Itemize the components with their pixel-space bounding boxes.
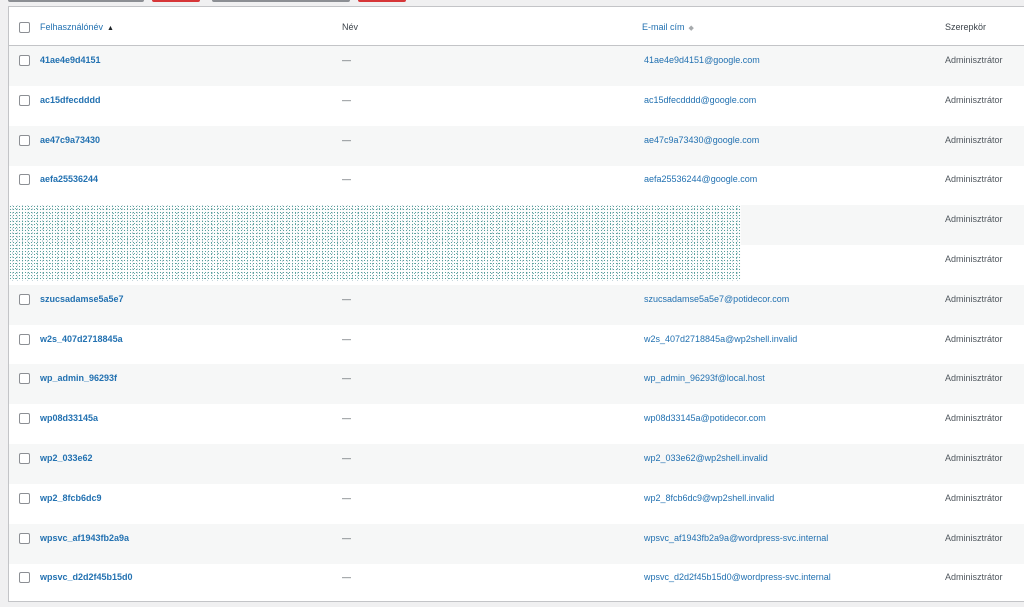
role-cell: Adminisztrátor (945, 293, 1003, 304)
email-link[interactable]: aefa25536244@google.com (644, 173, 757, 185)
row-checkbox[interactable] (19, 453, 30, 464)
name-cell: — (342, 174, 351, 185)
row-checkbox[interactable] (19, 492, 30, 504)
username-link[interactable]: wp2_8fcb6dc9 (40, 492, 102, 504)
role-cell: Adminisztrátor (945, 492, 1003, 503)
row-checkbox[interactable] (19, 134, 30, 146)
role-cell: Adminisztrátor (945, 333, 1003, 344)
username-link[interactable]: wp08d33145a (40, 412, 98, 424)
row-checkbox[interactable] (19, 333, 30, 345)
table-row: 41ae4e9d4151 — 41ae4e9d4151@google.com Admi… (9, 46, 1024, 86)
column-username[interactable]: Felhasználónév ▲ (40, 21, 114, 35)
username-link[interactable]: wp2_033e62 (40, 452, 93, 464)
username-link[interactable]: w2s_407d2718845a (40, 333, 123, 345)
users-table: Felhasználónév ▲ Név E-mail cím ◆ Szerepkö… (8, 6, 1024, 602)
name-cell: — (342, 94, 351, 105)
row-checkbox[interactable] (19, 174, 30, 186)
role-cell: Adminisztrátor (945, 174, 1003, 185)
row-checkbox[interactable] (19, 413, 30, 425)
role-cell: Adminisztrátor (945, 572, 1003, 583)
email-link[interactable]: ae47c9a73430@google.com (644, 134, 759, 146)
column-email[interactable]: E-mail cím ◆ (642, 21, 694, 35)
column-email-label: E-mail cím (642, 22, 685, 32)
table-row: wp2_8fcb6dc9 — wp2_8fcb6dc9@wp2shell.inval… (9, 484, 1024, 524)
row-checkbox[interactable] (19, 94, 30, 106)
select-all-checkbox[interactable] (19, 22, 30, 33)
role-cell: Adminisztrátor (945, 254, 1003, 264)
sort-icon: ◆ (688, 25, 694, 32)
row-checkbox[interactable] (19, 373, 30, 385)
table-row: wp08d33145a — wp08d33145a@potidecor.com Adm… (9, 404, 1024, 444)
table-row: ae47c9a73430 — ae47c9a73430@google.com Admi… (9, 125, 1024, 166)
row-checkbox[interactable] (19, 572, 30, 584)
username-link[interactable]: wpsvc_af1943fb2a9a (40, 532, 129, 544)
username-link[interactable]: aefa25536244 (40, 173, 98, 185)
name-cell: — (342, 333, 351, 344)
table-row: wp2_033e62 — wp2_033e62@wp2shell.invalid Ad… (9, 444, 1024, 484)
name-cell: — (342, 453, 351, 463)
role-cell: Adminisztrátor (945, 373, 1003, 384)
role-change-select[interactable] (212, 0, 350, 2)
role-cell: Adminisztrátor (945, 453, 1003, 463)
role-cell: Adminisztrátor (945, 214, 1003, 225)
column-name: Név (342, 22, 359, 32)
row-checkbox[interactable] (19, 55, 30, 66)
role-cell: Adminisztrátor (945, 532, 1003, 543)
table-row: wp_admin_96293f — wp_admin_96293f@local.ho… (9, 364, 1024, 405)
redacted-area (9, 205, 741, 281)
role-cell: Adminisztrátor (945, 134, 1003, 145)
table-row: ac15dfecdddd — ac15dfecdddd@google.com Admi… (9, 86, 1024, 126)
username-link[interactable]: szucsadamse5a5e7 (40, 293, 124, 305)
role-cell: Adminisztrátor (945, 94, 1003, 105)
email-link[interactable]: wpsvc_d2d2f45b15d0@wordpress-svc.interna… (644, 571, 831, 583)
table-row: szucsadamse5a5e7 — szucsadamse5a5e7@potide… (9, 284, 1024, 325)
apply-button[interactable] (152, 0, 200, 2)
name-cell: — (342, 373, 351, 384)
table-header: Felhasználónév ▲ Név E-mail cím ◆ Szerepkö… (9, 7, 1024, 46)
change-button[interactable] (358, 0, 406, 2)
row-checkbox[interactable] (19, 532, 30, 544)
name-cell: — (342, 55, 351, 65)
bulk-action-select[interactable] (8, 0, 144, 2)
name-cell: — (342, 293, 351, 304)
table-footer-edge (8, 602, 1024, 607)
column-username-label: Felhasználónév (40, 22, 104, 32)
email-link[interactable]: w2s_407d2718845a@wp2shell.invalid (644, 333, 797, 345)
table-row: w2s_407d2718845a — w2s_407d2718845a@wp2she… (9, 325, 1024, 365)
role-cell: Adminisztrátor (945, 55, 1003, 65)
role-cell: Adminisztrátor (945, 413, 1003, 424)
username-link[interactable]: wp_admin_96293f (40, 372, 117, 384)
username-link[interactable]: ac15dfecdddd (40, 94, 101, 106)
username-link[interactable]: wpsvc_d2d2f45b15d0 (40, 571, 133, 583)
email-link[interactable]: wp2_8fcb6dc9@wp2shell.invalid (644, 492, 774, 504)
email-link[interactable]: wp2_033e62@wp2shell.invalid (644, 452, 768, 464)
email-link[interactable]: 41ae4e9d4151@google.com (644, 54, 760, 66)
name-cell: — (342, 532, 351, 543)
name-cell: — (342, 413, 351, 424)
name-cell: — (342, 134, 351, 145)
table-row: wpsvc_af1943fb2a9a — wpsvc_af1943fb2a9a@wo… (9, 523, 1024, 564)
name-cell: — (342, 492, 351, 503)
email-link[interactable]: wp08d33145a@potidecor.com (644, 412, 766, 424)
username-link[interactable]: 41ae4e9d4151 (40, 54, 101, 66)
sort-icon: ▲ (107, 25, 114, 32)
name-cell: — (342, 572, 351, 583)
row-checkbox[interactable] (19, 293, 30, 305)
table-row: aefa25536244 — aefa25536244@google.com Admi… (9, 165, 1024, 205)
table-row: wpsvc_d2d2f45b15d0 — wpsvc_d2d2f45b15d0@wo… (9, 563, 1024, 603)
column-role: Szerepkör (945, 22, 987, 32)
email-link[interactable]: wp_admin_96293f@local.host (644, 372, 765, 384)
email-link[interactable]: ac15dfecdddd@google.com (644, 94, 756, 106)
email-link[interactable]: szucsadamse5a5e7@potidecor.com (644, 293, 789, 305)
username-link[interactable]: ae47c9a73430 (40, 134, 100, 146)
email-link[interactable]: wpsvc_af1943fb2a9a@wordpress-svc.interna… (644, 532, 828, 544)
